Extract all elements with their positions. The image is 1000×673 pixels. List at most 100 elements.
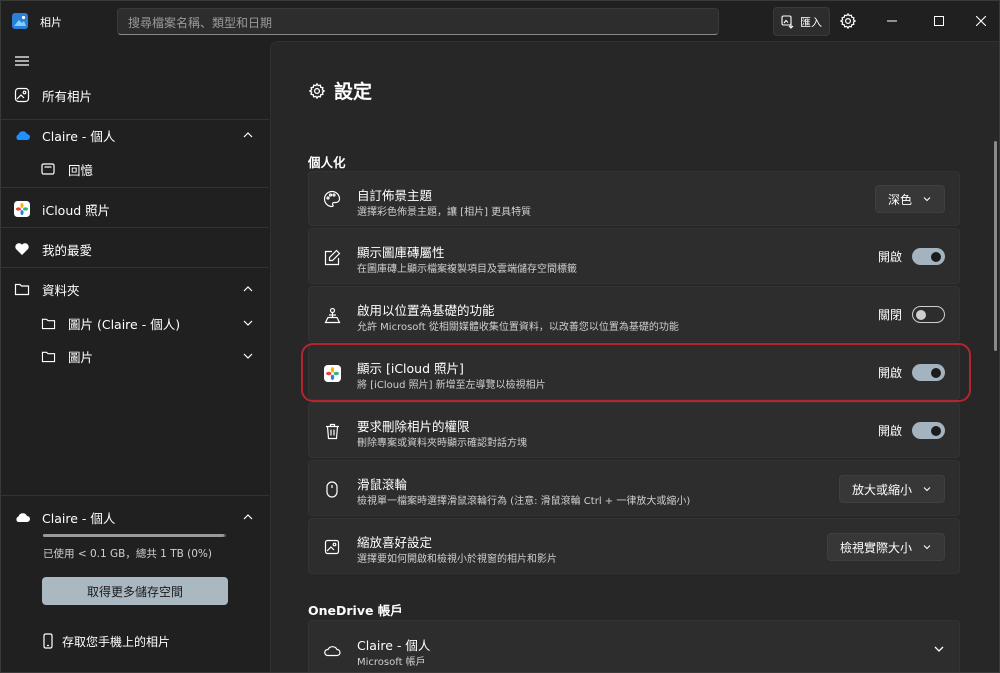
setting-description: 在圖庫磚上顯示檔案複製項目及雲端儲存空間標籤: [357, 264, 577, 275]
mouse-wheel-dropdown[interactable]: 放大或縮小: [838, 475, 945, 503]
palette-icon: [323, 190, 341, 208]
onedrive-account-card[interactable]: Claire - 個人 Microsoft 帳戶: [308, 620, 960, 672]
sidebar-item-label: 資料夾: [42, 282, 80, 298]
sidebar-item-label: 圖片: [68, 349, 94, 365]
setting-title: 要求刪除相片的權限: [357, 419, 470, 434]
photo-icon: [13, 86, 31, 104]
sidebar-item-memories[interactable]: 回憶: [1, 151, 269, 187]
storage-account[interactable]: Claire - 個人: [1, 499, 269, 535]
setting-show-icloud: 顯示 [iCloud 照片] 將 [iCloud 照片] 新增至左導覽以檢視相片…: [308, 344, 960, 400]
import-button[interactable]: 匯入: [773, 7, 830, 36]
toggle-state-label: 關閉: [877, 308, 902, 322]
toggle-knob: [931, 367, 941, 378]
toggle-knob: [931, 251, 941, 262]
location-toggle[interactable]: [912, 306, 945, 323]
setting-description: 選擇要如何開啟和檢視小於視窗的相片和影片: [357, 554, 557, 565]
import-icon: [781, 14, 794, 29]
onedrive-cloud-icon: [323, 641, 341, 659]
chevron-up-icon[interactable]: [241, 128, 255, 142]
setting-tile-properties: 顯示圖庫磚屬性 在圖庫磚上顯示檔案複製項目及雲端儲存空間標籤 開啟: [308, 228, 960, 284]
chevron-down-icon: [923, 545, 931, 550]
phone-link[interactable]: 存取您手機上的相片: [1, 623, 269, 659]
section-personalization: 個人化: [308, 155, 346, 170]
delete-confirm-toggle[interactable]: [912, 422, 945, 439]
sidebar-divider: [1, 187, 269, 188]
trash-icon: [323, 422, 341, 440]
setting-description: 檢視單一檔案時選擇滑鼠滾輪行為 (注意: 滑鼠滾輪 Ctrl + 一律放大或縮小…: [357, 496, 691, 507]
hamburger-menu-icon[interactable]: [13, 54, 31, 68]
location-person-icon: [323, 306, 341, 324]
sidebar-item-pictures[interactable]: 圖片: [1, 338, 269, 374]
title-bar: 相片 搜尋檔案名稱、類型和日期 匯入: [1, 1, 999, 41]
folder-icon: [39, 347, 57, 365]
close-button[interactable]: [971, 11, 991, 31]
setting-theme: 自訂佈景主題 選擇彩色佈景主題，讓 [相片] 更具特質 深色: [308, 171, 960, 226]
setting-title: 自訂佈景主題: [357, 188, 433, 203]
cloud-icon: [13, 508, 31, 526]
sidebar-divider: [1, 495, 269, 496]
setting-description: 允許 Microsoft 從相關媒體收集位置資料，以改善您以位置為基礎的功能: [357, 322, 679, 333]
storage-account-name: Claire - 個人: [42, 510, 116, 526]
storage-progress-bar: [43, 534, 226, 537]
sidebar-item-pictures-onedrive[interactable]: 圖片 (Claire - 個人): [1, 305, 269, 341]
toggle-group: 開啟: [878, 422, 945, 439]
folder-icon: [13, 280, 31, 298]
setting-mouse-wheel: 滑鼠滾輪 檢視單一檔案時選擇滑鼠滾輪行為 (注意: 滑鼠滾輪 Ctrl + 一律…: [308, 460, 960, 516]
toggle-group: 開啟: [878, 248, 945, 265]
setting-description: 將 [iCloud 照片] 新增至左導覽以檢視相片: [357, 380, 546, 391]
setting-title: 顯示 [iCloud 照片]: [357, 361, 464, 376]
theme-dropdown[interactable]: 深色: [874, 185, 945, 213]
tile-properties-toggle[interactable]: [912, 248, 945, 265]
chevron-up-icon[interactable]: [241, 282, 255, 296]
chevron-down-icon[interactable]: [241, 316, 255, 330]
image-icon: [323, 538, 341, 556]
sidebar-item-label: 圖片 (Claire - 個人): [68, 316, 181, 332]
toggle-state-label: 開啟: [877, 250, 902, 264]
sidebar-item-label: iCloud 照片: [42, 202, 111, 218]
search-input[interactable]: 搜尋檔案名稱、類型和日期: [117, 8, 719, 35]
zoom-preference-dropdown[interactable]: 檢視實際大小: [826, 533, 945, 561]
setting-title: 滑鼠滾輪: [357, 477, 408, 492]
edit-icon: [323, 248, 341, 266]
chevron-down-icon: [923, 197, 931, 202]
sidebar-item-favorites[interactable]: 我的最愛: [1, 231, 269, 267]
sidebar-item-all-photos[interactable]: 所有相片: [1, 77, 269, 113]
chevron-down-icon[interactable]: [241, 349, 255, 363]
chevron-up-icon[interactable]: [241, 510, 255, 524]
sidebar-item-folders[interactable]: 資料夾: [1, 271, 269, 307]
minimize-icon: [887, 20, 897, 22]
toggle-group: 開啟: [878, 364, 945, 381]
page-title: 設定: [308, 77, 372, 104]
show-icloud-toggle[interactable]: [912, 364, 945, 381]
sidebar-divider: [1, 227, 269, 228]
setting-location: 啟用以位置為基礎的功能 允許 Microsoft 從相關媒體收集位置資料，以改善…: [308, 286, 960, 342]
setting-description: 刪除專案或資料夾時顯示確認對話方塊: [357, 438, 527, 449]
settings-gear-icon[interactable]: [839, 12, 857, 30]
toggle-knob: [916, 310, 926, 320]
setting-description: 選擇彩色佈景主題，讓 [相片] 更具特質: [357, 207, 532, 218]
chevron-down-icon[interactable]: [933, 643, 945, 655]
photos-app-icon: [12, 13, 28, 29]
setting-title: 縮放喜好設定: [357, 535, 433, 550]
phone-link-label: 存取您手機上的相片: [62, 634, 171, 649]
toggle-group: 關閉: [878, 306, 945, 323]
section-onedrive: OneDrive 帳戶: [308, 603, 403, 618]
sidebar-item-label: 我的最愛: [42, 242, 93, 258]
scrollbar[interactable]: [994, 141, 997, 351]
minimize-button[interactable]: [882, 11, 902, 31]
onedrive-account-type: Microsoft 帳戶: [357, 657, 426, 668]
maximize-icon: [934, 16, 944, 26]
sidebar-item-label: Claire - 個人: [42, 128, 116, 144]
icloud-photos-icon: [323, 364, 341, 382]
heart-icon: [13, 240, 31, 258]
folder-icon: [39, 314, 57, 332]
import-label: 匯入: [800, 15, 822, 29]
sidebar-item-icloud-photos[interactable]: iCloud 照片: [1, 191, 269, 227]
close-icon: [976, 16, 986, 26]
setting-title: 顯示圖庫磚屬性: [357, 245, 445, 260]
maximize-button[interactable]: [929, 11, 949, 31]
get-more-storage-button[interactable]: 取得更多儲存空間: [42, 577, 228, 605]
dropdown-value: 放大或縮小: [851, 482, 912, 497]
sidebar-item-onedrive-account[interactable]: Claire - 個人: [1, 117, 269, 153]
settings-gear-icon: [308, 82, 326, 99]
